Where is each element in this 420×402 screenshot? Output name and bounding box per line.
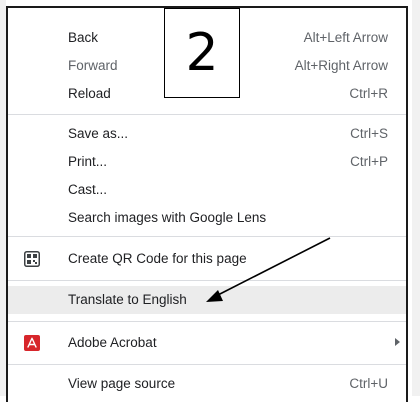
annotation-arrow bbox=[206, 237, 331, 302]
